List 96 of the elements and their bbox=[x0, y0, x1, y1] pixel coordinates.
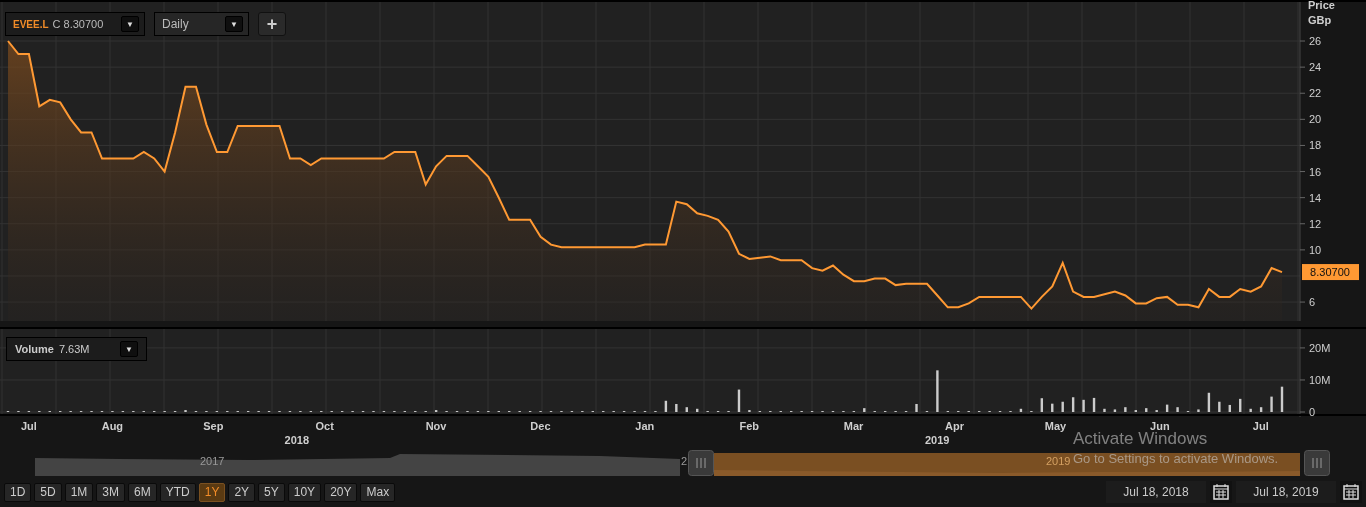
calendar-icon[interactable] bbox=[1210, 481, 1232, 503]
dropdown-button[interactable]: ▼ bbox=[120, 341, 138, 357]
volume-bar bbox=[1113, 409, 1117, 412]
interval-dropdown[interactable]: Daily ▼ bbox=[154, 12, 249, 36]
volume-bar bbox=[1176, 407, 1179, 412]
volume-bar bbox=[1071, 397, 1075, 412]
volume-selector[interactable]: Volume 7.63M ▼ bbox=[6, 337, 147, 361]
volume-bar bbox=[1270, 396, 1273, 412]
year-label: 2019 bbox=[924, 434, 950, 446]
axis-label: 20M bbox=[1309, 341, 1331, 354]
symbol-selector[interactable]: EVEE.L C 8.30700 ▼ bbox=[5, 12, 145, 36]
month-label: Oct bbox=[315, 420, 334, 432]
volume-bar bbox=[1061, 401, 1064, 412]
calendar-icon[interactable] bbox=[1340, 481, 1362, 503]
volume-bar bbox=[1249, 408, 1252, 412]
volume-bar bbox=[1280, 386, 1284, 412]
month-label: Jan bbox=[635, 420, 655, 432]
month-label: Sep bbox=[203, 420, 224, 432]
axis-label: 16 bbox=[1309, 165, 1322, 178]
range-button[interactable]: YTD bbox=[159, 482, 196, 502]
volume-bar bbox=[1103, 408, 1106, 412]
range-button[interactable]: 1M bbox=[64, 482, 94, 502]
volume-bar bbox=[1019, 408, 1023, 412]
range-button[interactable]: 10Y bbox=[287, 482, 322, 502]
range-button[interactable]: 3M bbox=[96, 482, 126, 502]
month-label: Aug bbox=[101, 420, 124, 432]
year-label: 2018 bbox=[284, 434, 310, 446]
range-handle[interactable] bbox=[688, 450, 714, 476]
axis-label: 10 bbox=[1309, 243, 1322, 256]
symbol-name: EVEE.L bbox=[13, 18, 49, 30]
volume-bar bbox=[1207, 392, 1211, 412]
volume-bar bbox=[936, 370, 939, 412]
month-label: Jun bbox=[1150, 420, 1170, 432]
volume-bar bbox=[675, 404, 678, 412]
month-label: Jul bbox=[20, 420, 37, 432]
volume-label: Volume bbox=[15, 343, 54, 355]
volume-bar bbox=[1082, 399, 1085, 412]
activation-title: Activate Windows bbox=[1073, 429, 1209, 449]
volume-bar bbox=[915, 404, 918, 412]
month-label: Nov bbox=[425, 420, 447, 432]
interval-value: Daily bbox=[162, 17, 189, 31]
month-label: Apr bbox=[945, 420, 965, 432]
range-button[interactable]: 2Y bbox=[228, 482, 256, 502]
axis-unit: GBp bbox=[1308, 14, 1332, 26]
range-button[interactable]: 20Y bbox=[324, 482, 358, 502]
range-button[interactable]: 5D bbox=[34, 482, 62, 502]
volume-bar bbox=[1051, 403, 1054, 412]
quote-value: C 8.30700 bbox=[52, 18, 105, 30]
volume-bar bbox=[685, 407, 688, 412]
volume-bar bbox=[1259, 407, 1263, 412]
month-label: Dec bbox=[530, 420, 551, 432]
activation-message: Go to Settings to activate Windows. bbox=[1073, 451, 1279, 466]
volume-bar bbox=[863, 408, 866, 412]
date-field[interactable]: Jul 18, 2019 bbox=[1236, 481, 1336, 503]
axis-label: 0 bbox=[1309, 406, 1316, 418]
navigator-label: 2019 bbox=[1046, 455, 1071, 467]
range-button[interactable]: Max bbox=[360, 482, 396, 502]
axis-label: 20 bbox=[1309, 113, 1322, 126]
volume-bar bbox=[737, 389, 741, 412]
axis-label: 24 bbox=[1309, 61, 1322, 74]
volume-bar bbox=[1092, 397, 1096, 412]
range-button[interactable]: 6M bbox=[128, 482, 157, 502]
navigator-label: 2017 bbox=[200, 455, 225, 467]
axis-label: 6 bbox=[1309, 296, 1316, 309]
date-field[interactable]: Jul 18, 2018 bbox=[1106, 481, 1206, 503]
volume-bar bbox=[1040, 398, 1043, 412]
volume-bar bbox=[1165, 404, 1169, 412]
month-label: Jul bbox=[1252, 420, 1269, 432]
volume-bar bbox=[1228, 404, 1231, 412]
dropdown-button[interactable]: ▼ bbox=[225, 16, 243, 32]
axis-label: 26 bbox=[1309, 35, 1322, 48]
month-label: Mar bbox=[843, 420, 864, 432]
volume-bar bbox=[1145, 408, 1148, 412]
axis-label: 10M bbox=[1309, 373, 1331, 386]
dropdown-button[interactable]: ▼ bbox=[121, 16, 139, 32]
volume-bar bbox=[1197, 409, 1200, 412]
month-label: Feb bbox=[739, 420, 759, 432]
range-button[interactable]: 1Y bbox=[198, 482, 226, 502]
axis-title: Price bbox=[1308, 0, 1335, 11]
volume-value: 7.63M bbox=[58, 343, 91, 355]
volume-bar bbox=[696, 408, 699, 412]
month-label: May bbox=[1044, 420, 1067, 432]
volume-bar bbox=[1239, 398, 1242, 412]
navigator-label: 2 bbox=[681, 455, 688, 467]
range-handle[interactable] bbox=[1304, 450, 1330, 476]
axis-label: 18 bbox=[1309, 139, 1322, 152]
axis-label: 14 bbox=[1309, 191, 1322, 204]
last-price-tag: 8.30700 bbox=[1302, 264, 1359, 281]
range-button[interactable]: 1D bbox=[4, 482, 32, 502]
range-button[interactable]: 5Y bbox=[258, 482, 285, 502]
volume-bar bbox=[1124, 407, 1127, 412]
add-button[interactable]: + bbox=[258, 12, 286, 36]
volume-bar bbox=[664, 400, 668, 412]
axis-label: 22 bbox=[1309, 87, 1322, 100]
axis-label: 12 bbox=[1309, 217, 1322, 230]
volume-bar bbox=[1218, 401, 1221, 412]
